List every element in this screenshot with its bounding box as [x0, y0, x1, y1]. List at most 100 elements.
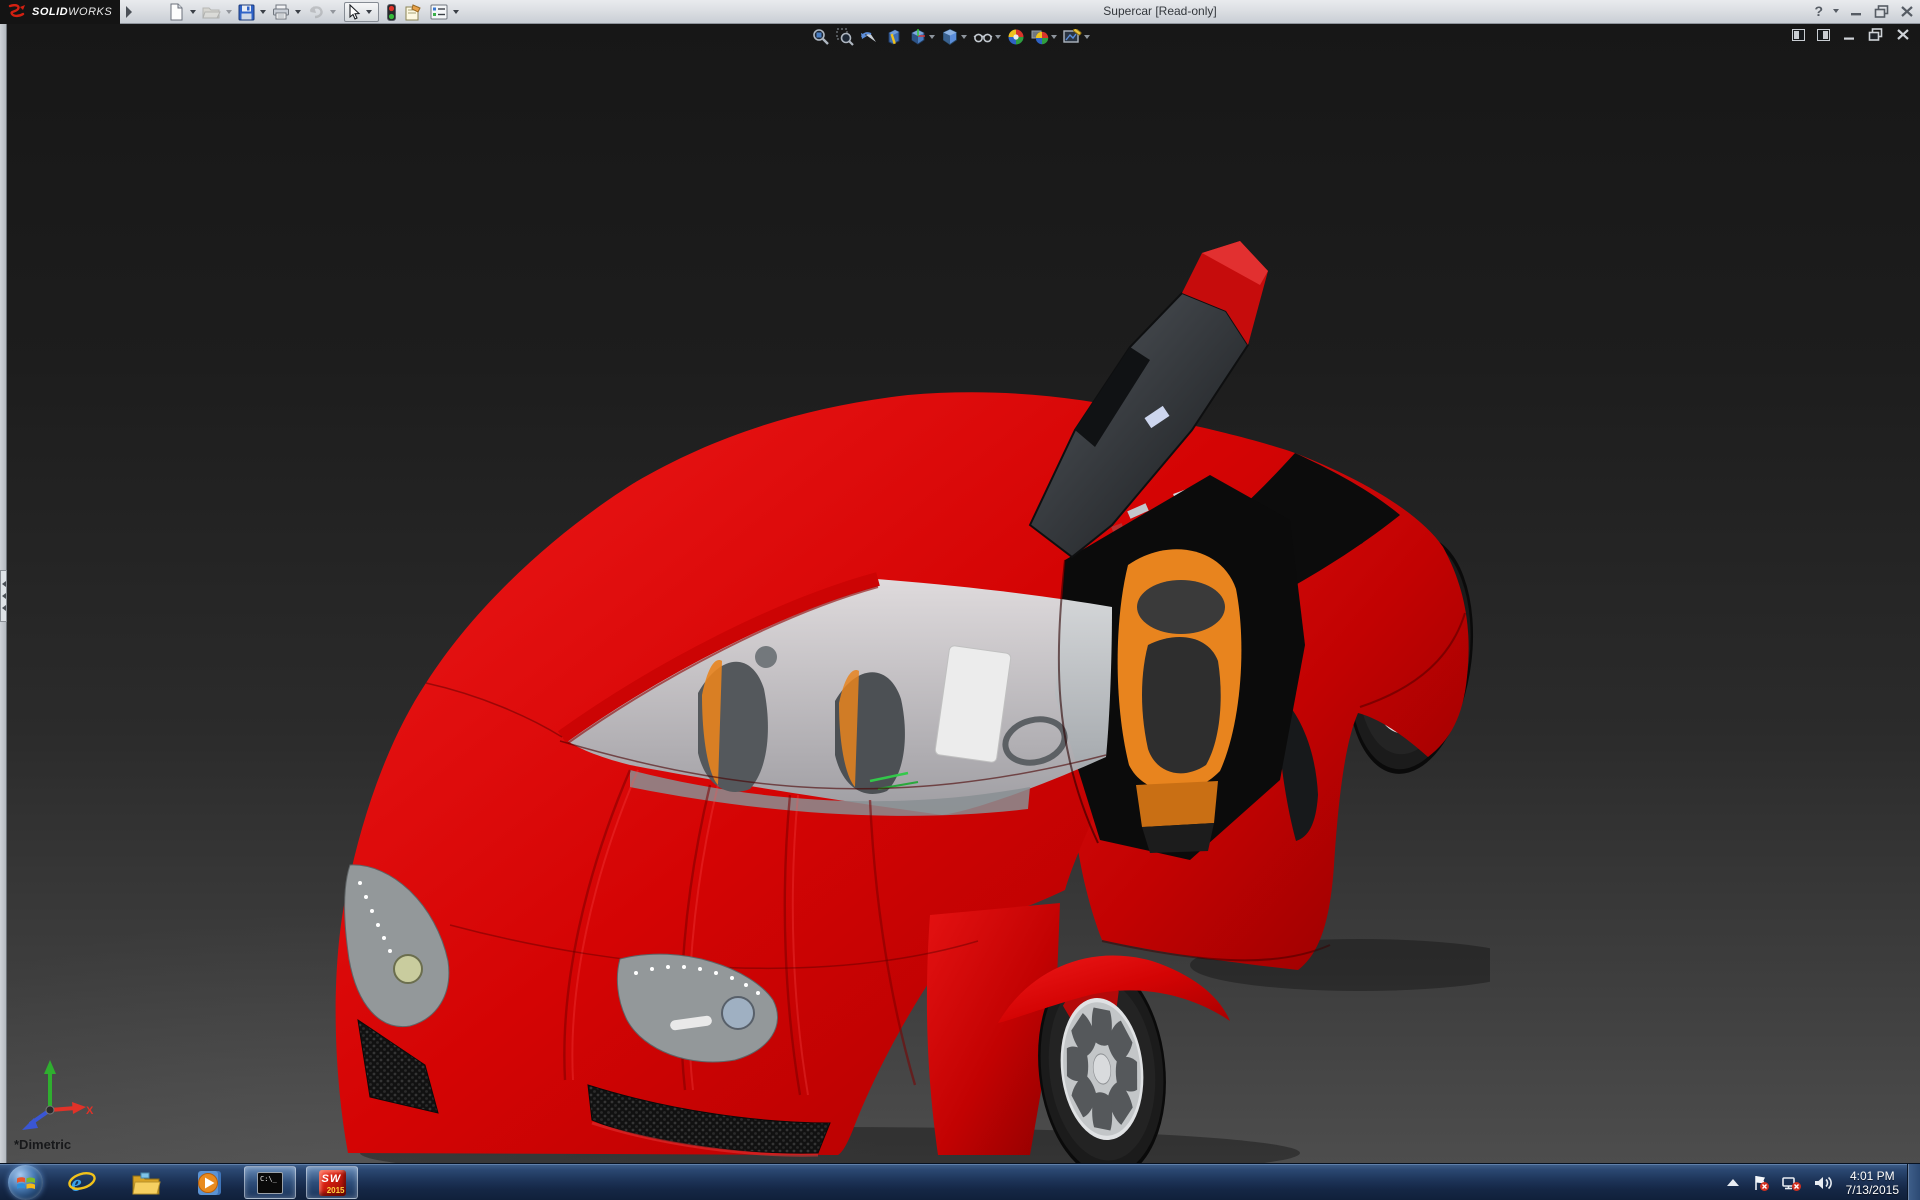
open-document-dropdown[interactable] — [226, 10, 232, 14]
display-style-dropdown[interactable] — [961, 35, 967, 39]
close-button[interactable] — [1900, 5, 1914, 18]
graphics-viewport[interactable]: X *Dimetric — [0, 24, 1920, 1163]
apply-scene-button[interactable] — [1031, 28, 1057, 46]
view-orientation-button[interactable] — [909, 28, 935, 46]
collapse-arrow-icon — [2, 605, 6, 611]
zoom-to-fit-button[interactable] — [812, 28, 830, 46]
options-button[interactable] — [428, 1, 450, 23]
save-icon — [238, 4, 255, 21]
apply-scene-icon — [1031, 28, 1049, 46]
zoom-to-area-button[interactable] — [836, 28, 854, 46]
section-view-icon — [885, 28, 903, 46]
new-document-dropdown[interactable] — [190, 10, 196, 14]
taskbar-clock[interactable]: 4:01 PM 7/13/2015 — [1846, 1169, 1899, 1197]
collapse-left-pane-icon[interactable] — [1792, 29, 1805, 41]
zoom-to-fit-icon — [812, 28, 830, 46]
help-button[interactable]: ? — [1814, 3, 1823, 19]
select-tool-dropdown[interactable] — [366, 10, 372, 14]
standard-toolbar — [166, 1, 463, 23]
undo-dropdown[interactable] — [330, 10, 336, 14]
new-document-icon — [168, 3, 185, 21]
options-icon — [430, 4, 448, 20]
solidworks-icon-letters: SW — [322, 1173, 342, 1185]
minimize-button[interactable] — [1849, 5, 1864, 17]
solidworks-logo-icon — [6, 4, 28, 20]
show-hidden-icons-button[interactable] — [1726, 1178, 1740, 1188]
previous-view-button[interactable] — [860, 28, 879, 46]
supercar-3d-model[interactable] — [330, 225, 1490, 1163]
start-button[interactable] — [8, 1165, 43, 1200]
title-bar: SOLIDWORKS — [0, 0, 1920, 24]
apply-scene-dropdown[interactable] — [1051, 35, 1057, 39]
undo-icon — [307, 4, 325, 20]
view-orientation-icon — [909, 28, 927, 46]
doc-minimize-button[interactable] — [1842, 29, 1856, 41]
windows-taskbar: e C:\_ — [0, 1163, 1920, 1200]
edit-appearance-button[interactable] — [1007, 28, 1025, 46]
collapsed-feature-panel — [0, 24, 7, 1163]
new-document-button[interactable] — [166, 1, 187, 23]
select-tool-button[interactable] — [344, 2, 379, 22]
collapse-arrow-icon — [2, 593, 6, 599]
doc-restore-button[interactable] — [1868, 28, 1884, 41]
volume-icon[interactable] — [1814, 1175, 1834, 1191]
collapse-right-pane-icon[interactable] — [1817, 29, 1830, 41]
action-center-flag-icon[interactable] — [1752, 1174, 1770, 1192]
folder-icon — [131, 1170, 161, 1196]
display-style-button[interactable] — [941, 28, 967, 46]
headsup-view-toolbar — [812, 27, 1090, 47]
network-disconnected-icon[interactable] — [1782, 1174, 1802, 1192]
brand-text-light: WORKS — [68, 6, 112, 18]
doc-close-button[interactable] — [1896, 28, 1910, 41]
clock-date: 7/13/2015 — [1846, 1183, 1899, 1197]
taskbar-item-command-prompt[interactable]: C:\_ — [244, 1166, 296, 1199]
section-view-button[interactable] — [885, 28, 903, 46]
edit-appearance-icon — [1007, 28, 1025, 46]
view-settings-dropdown[interactable] — [1084, 35, 1090, 39]
media-player-icon — [195, 1169, 225, 1197]
help-dropdown[interactable] — [1833, 9, 1839, 13]
undo-button[interactable] — [305, 1, 327, 23]
system-tray: 4:01 PM 7/13/2015 — [1720, 1164, 1920, 1200]
panel-splitter-handle[interactable] — [0, 570, 7, 622]
save-dropdown[interactable] — [260, 10, 266, 14]
document-window-controls — [1792, 28, 1910, 41]
command-prompt-icon: C:\_ — [257, 1172, 283, 1194]
print-icon — [272, 4, 290, 20]
previous-view-icon — [860, 28, 879, 46]
rebuild-traffic-light-icon — [387, 4, 396, 21]
view-orientation-dropdown[interactable] — [929, 35, 935, 39]
open-document-icon — [202, 4, 221, 20]
restore-button[interactable] — [1874, 5, 1890, 18]
view-settings-icon — [1063, 29, 1082, 46]
file-properties-button[interactable] — [402, 1, 424, 23]
taskbar-item-internet-explorer[interactable]: e — [60, 1166, 104, 1199]
internet-explorer-icon: e — [67, 1168, 97, 1198]
solidworks-2015-icon: SW 2015 — [319, 1170, 346, 1196]
print-button[interactable] — [270, 1, 292, 23]
window-title: Supercar [Read-only] — [1040, 4, 1280, 18]
hide-show-items-dropdown[interactable] — [995, 35, 1001, 39]
rebuild-button[interactable] — [385, 1, 398, 23]
taskbar-item-windows-explorer[interactable] — [124, 1166, 168, 1199]
view-settings-button[interactable] — [1063, 29, 1090, 46]
show-desktop-button[interactable] — [1907, 1164, 1920, 1200]
select-cursor-icon — [347, 4, 361, 20]
collapse-arrow-icon — [2, 581, 6, 587]
brand-text-bold: SOLID — [32, 6, 68, 18]
hide-show-items-button[interactable] — [973, 29, 1001, 45]
file-properties-icon — [404, 4, 422, 21]
zoom-to-area-icon — [836, 28, 854, 46]
solidworks-icon-year: 2015 — [327, 1186, 345, 1195]
open-document-button[interactable] — [200, 1, 223, 23]
menu-expand-arrow-icon[interactable] — [126, 6, 132, 18]
view-orientation-label: *Dimetric — [14, 1137, 71, 1152]
save-button[interactable] — [236, 1, 257, 23]
taskbar-item-solidworks-2015[interactable]: SW 2015 — [306, 1166, 358, 1199]
options-dropdown[interactable] — [453, 10, 459, 14]
command-prompt-text: C:\_ — [260, 1175, 277, 1183]
window-controls: ? — [1814, 3, 1914, 19]
taskbar-item-media-player[interactable] — [188, 1166, 232, 1199]
print-dropdown[interactable] — [295, 10, 301, 14]
orientation-triad[interactable]: X — [10, 1058, 94, 1142]
